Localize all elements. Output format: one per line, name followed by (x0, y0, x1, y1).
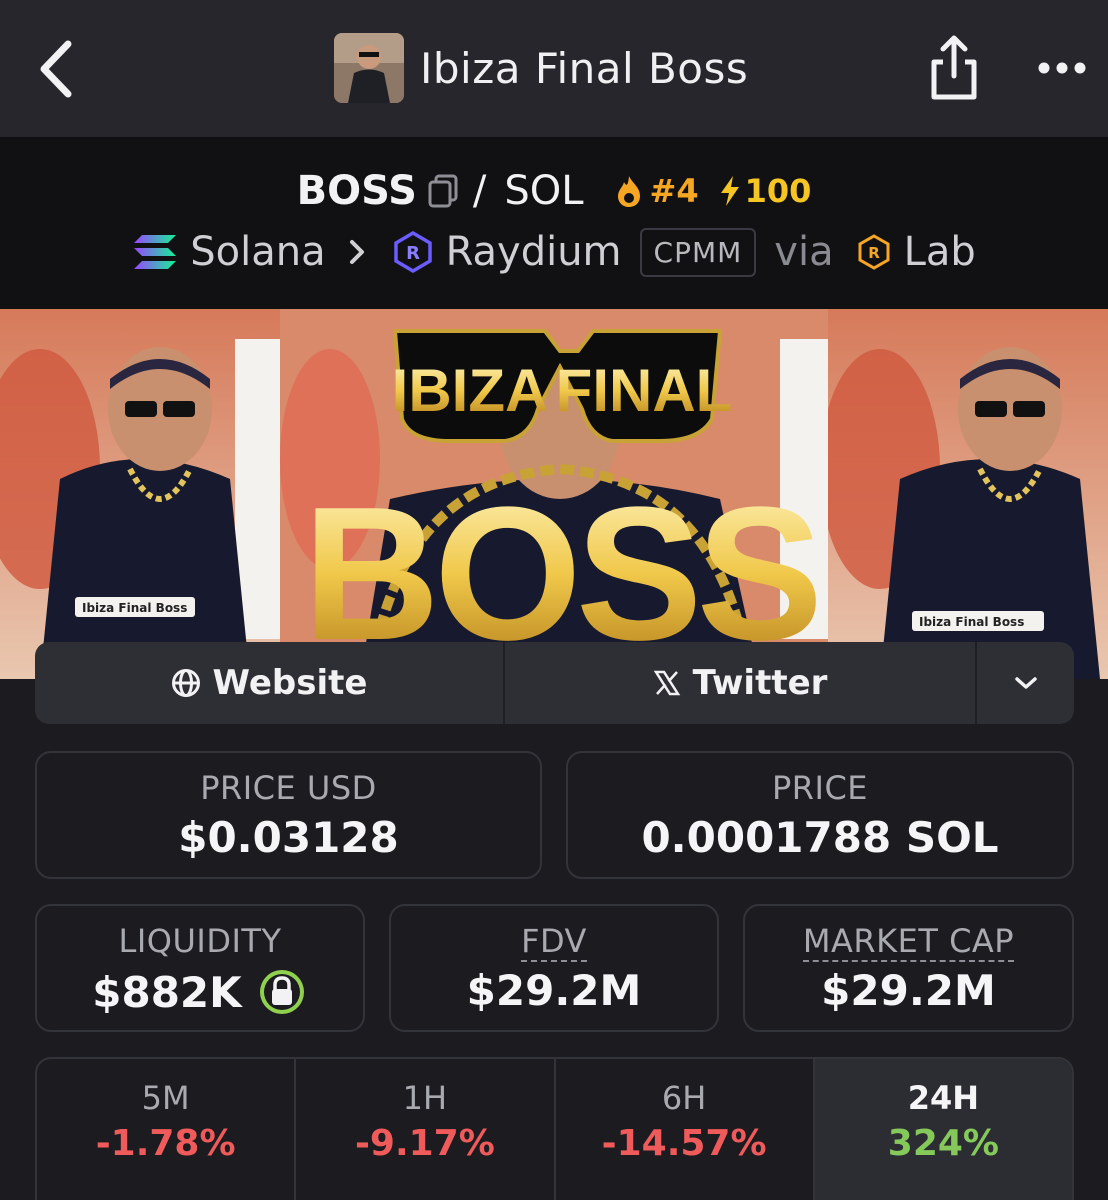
liquidity-label: LIQUIDITY (118, 922, 282, 960)
tab-label: 6H (661, 1079, 707, 1117)
liquidity-value: $882K (92, 967, 242, 1017)
price-usd-card: PRICE USD $0.03128 (35, 751, 542, 879)
copy-icon[interactable] (427, 174, 459, 208)
top-nav-bar: Ibiza Final Boss (0, 0, 1108, 137)
price-change-value: 324% (887, 1123, 999, 1164)
share-icon (931, 35, 977, 100)
token-avatar (334, 33, 404, 103)
tab-6h[interactable]: 6H -14.57% (556, 1059, 815, 1200)
price-change-value: -9.17% (354, 1123, 495, 1164)
website-label: Website (212, 663, 368, 703)
back-button[interactable] (32, 38, 82, 100)
price-native-card: PRICE 0.0001788 SOL (566, 751, 1074, 879)
banner-word-final: FINAL (556, 357, 733, 424)
lightning-icon (720, 176, 739, 206)
chevron-left-icon (40, 40, 72, 98)
chevron-down-icon (1014, 677, 1037, 689)
caption-right: Ibiza Final Boss (919, 615, 1024, 629)
boost-badge[interactable]: 100 (717, 172, 812, 210)
pair-row: BOSS / SOL #4 100 (0, 165, 1108, 217)
price-usd-label: PRICE USD (200, 769, 377, 807)
boost-value: 100 (744, 172, 812, 210)
token-banner-image: Ibiza Final Boss Ibiza Final Boss IBIZA … (0, 309, 1108, 679)
svg-text:R: R (406, 243, 420, 264)
pair-header: BOSS / SOL #4 100 Solana R Raydium CPMM … (0, 137, 1108, 309)
lock-icon[interactable] (256, 966, 308, 1018)
chain-breadcrumb: Solana R Raydium CPMM via R Lab (0, 225, 1108, 279)
flame-icon (617, 176, 640, 207)
solana-icon (134, 235, 177, 269)
quote-symbol: SOL (504, 168, 584, 214)
liquidity-row: $882K (37, 966, 363, 1018)
svg-text:R: R (868, 244, 880, 262)
market-cap-label: MARKET CAP (802, 922, 1015, 962)
banner-word-ibiza: IBIZA (392, 357, 549, 424)
more-options-button[interactable] (1036, 50, 1088, 86)
fdv-card[interactable]: FDV $29.2M (389, 904, 719, 1032)
share-button[interactable] (925, 34, 983, 102)
page-title: Ibiza Final Boss (420, 43, 749, 93)
fdv-label: FDV (521, 922, 587, 962)
twitter-button[interactable]: Twitter (505, 642, 977, 724)
price-native-value: 0.0001788 SOL (641, 813, 999, 862)
base-symbol: BOSS (296, 168, 417, 214)
tab-1h[interactable]: 1H -9.17% (296, 1059, 556, 1200)
fdv-value: $29.2M (466, 966, 642, 1015)
rank-value: #4 (649, 172, 699, 210)
banner-artwork: Ibiza Final Boss Ibiza Final Boss IBIZA … (0, 309, 1108, 679)
website-button[interactable]: Website (35, 642, 505, 724)
chain-name[interactable]: Solana (190, 229, 325, 275)
chevron-right-icon (349, 240, 364, 264)
via-label: via (774, 229, 834, 275)
x-logo-icon (653, 670, 680, 696)
globe-icon (171, 669, 200, 697)
social-links-bar: Website Twitter (35, 642, 1074, 724)
tab-label: 5M (141, 1079, 190, 1117)
price-change-tabs: 5M -1.78% 1H -9.17% 6H -14.57% 24H 324% (35, 1057, 1074, 1200)
caption-left: Ibiza Final Boss (82, 601, 187, 615)
price-usd-value: $0.03128 (178, 813, 399, 862)
trending-rank[interactable]: #4 (614, 172, 699, 210)
tab-label: 1H (402, 1079, 448, 1117)
more-links-dropdown[interactable] (977, 642, 1074, 724)
title-group: Ibiza Final Boss (334, 33, 748, 103)
pool-type-badge: CPMM (639, 227, 757, 277)
liquidity-card: LIQUIDITY $882K (35, 904, 365, 1032)
launchpad-name[interactable]: Lab (904, 229, 976, 275)
dex-name[interactable]: Raydium (446, 229, 622, 275)
market-cap-card[interactable]: MARKET CAP $29.2M (743, 904, 1074, 1032)
market-cap-value: $29.2M (821, 966, 996, 1015)
raydium-lab-icon: R (858, 234, 890, 270)
price-native-label: PRICE (771, 769, 869, 807)
tab-24h[interactable]: 24H 324% (814, 1059, 1072, 1200)
raydium-icon: R (393, 231, 432, 273)
twitter-label: Twitter (692, 663, 828, 703)
tab-5m[interactable]: 5M -1.78% (37, 1059, 297, 1200)
tab-label: 24H (907, 1079, 980, 1117)
ellipsis-icon (1038, 62, 1086, 74)
pair-separator: / (472, 168, 487, 214)
price-change-value: -1.78% (95, 1123, 236, 1164)
price-change-value: -14.57% (601, 1123, 767, 1164)
